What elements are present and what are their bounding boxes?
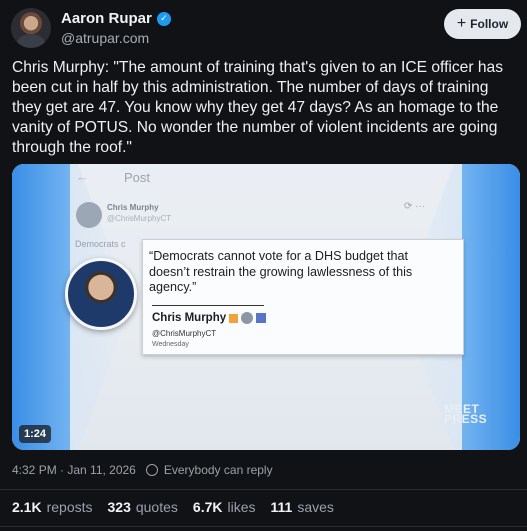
quote-divider	[152, 305, 264, 306]
follow-label: Follow	[470, 17, 509, 31]
stat-label: likes	[227, 499, 256, 515]
video-background-avatar	[76, 202, 102, 228]
divider-bottom	[0, 526, 527, 527]
video-background-more-icon: ⟳ ···	[404, 201, 426, 212]
quote-name: Chris Murphy	[152, 312, 227, 324]
video-background-text: Democrats c	[75, 239, 126, 249]
government-badge-icon	[256, 313, 267, 323]
stat-value: 323	[107, 499, 131, 515]
speaker-portrait	[65, 258, 137, 330]
logo-line-2: PRESS	[444, 412, 488, 426]
stat-label: quotes	[135, 499, 178, 515]
video-player[interactable]: ← Post Chris Murphy @ChrisMurphyCT Democ…	[12, 164, 520, 450]
video-background-name: Chris Murphy	[107, 203, 159, 212]
quote-card: “Democrats cannot vote for a DHS budget …	[142, 239, 464, 355]
post-text: Chris Murphy: "The amount of training th…	[12, 59, 504, 156]
stat-quotes[interactable]: 323 quotes	[108, 499, 178, 515]
verified-badge-icon: ✓	[156, 11, 171, 26]
stat-reposts[interactable]: 2.1K reposts	[12, 499, 93, 515]
divider	[0, 489, 527, 490]
plus-icon: +	[456, 14, 467, 32]
stat-label: reposts	[46, 499, 93, 515]
video-duration-badge: 1:24	[19, 425, 52, 443]
stat-value: 6.7K	[192, 499, 223, 515]
back-arrow-icon: ←	[76, 169, 89, 184]
quote-text: “Democrats cannot vote for a DHS budget …	[149, 249, 413, 294]
stat-likes[interactable]: 6.7K likes	[193, 499, 256, 515]
video-background-post-title: Post	[124, 170, 151, 185]
author-avatar[interactable]	[11, 8, 51, 48]
stat-value: 2.1K	[12, 499, 42, 515]
post-meta: 4:32 PM · Jan 11, 2026 Everybody can rep…	[12, 463, 273, 477]
verified-icon	[241, 312, 254, 324]
stat-label: saves	[297, 499, 334, 515]
author-handle[interactable]: @atrupar.com	[61, 30, 149, 46]
orange-badge-icon	[229, 313, 239, 323]
reply-setting: Everybody can reply	[163, 463, 273, 477]
post-timestamp[interactable]: 4:32 PM · Jan 11, 2026	[12, 463, 136, 477]
quote-day: Wednesday	[152, 341, 189, 348]
video-background-handle: @ChrisMurphyCT	[107, 214, 172, 223]
quote-name-row: Chris Murphy	[152, 312, 267, 324]
quote-handle: @ChrisMurphyCT	[152, 329, 217, 338]
author-display-name[interactable]: Aaron Rupar	[61, 10, 152, 27]
meet-the-press-logo: MEET PRESS	[444, 403, 488, 426]
engagement-stats: 2.1K reposts 323 quotes 6.7K likes 111 s…	[12, 499, 334, 515]
follow-button[interactable]: + Follow	[444, 9, 521, 39]
stat-value: 111	[270, 499, 293, 515]
author-name-row: Aaron Rupar ✓	[61, 10, 171, 27]
stat-saves[interactable]: 111 saves	[271, 499, 334, 515]
reply-settings-icon	[145, 464, 158, 476]
